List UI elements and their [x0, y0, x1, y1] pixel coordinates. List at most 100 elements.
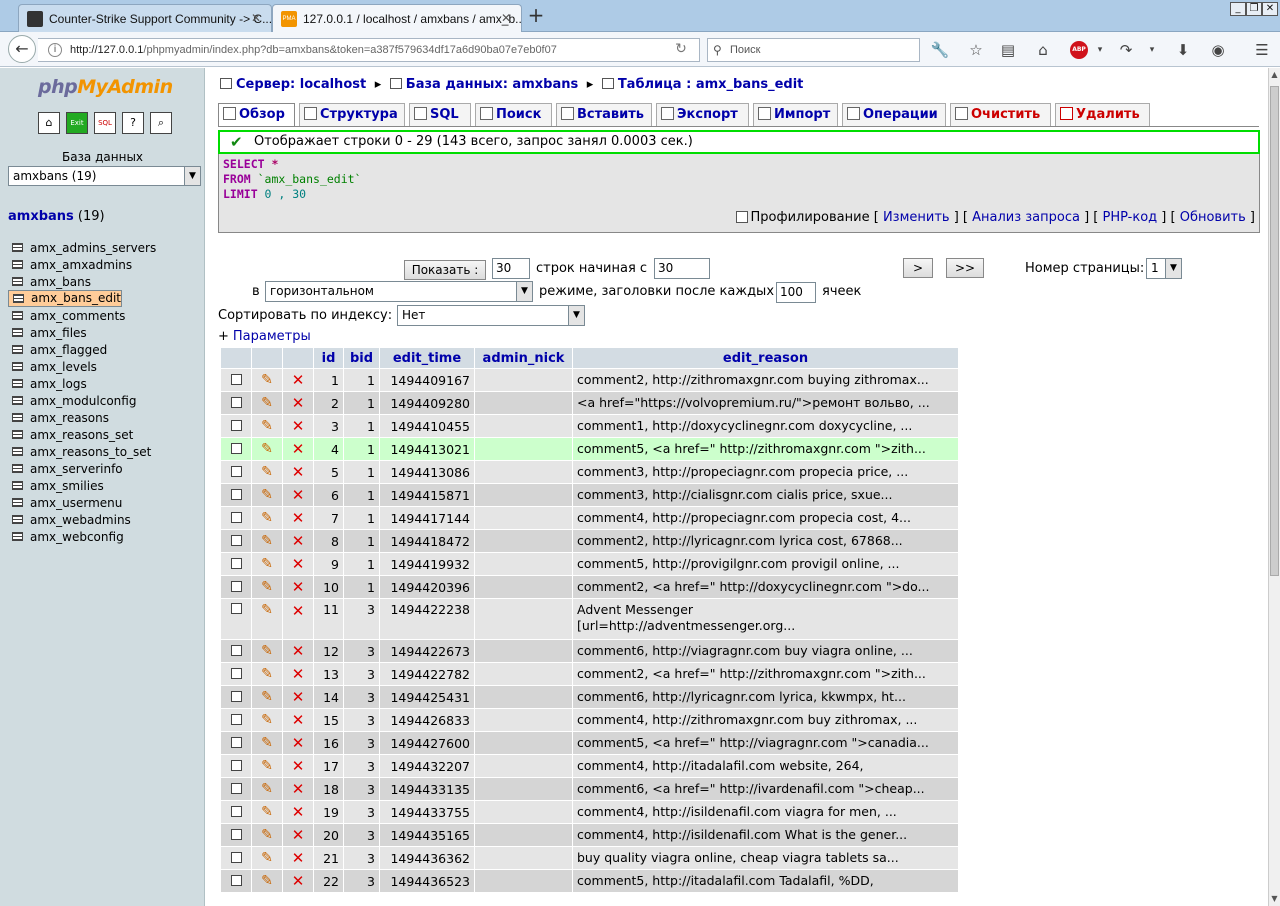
row-edit-cell[interactable]: ✎	[252, 461, 282, 483]
row-checkbox[interactable]	[230, 419, 242, 431]
edit-pencil-icon[interactable]: ✎	[261, 533, 273, 549]
table-row[interactable]: ✎ ✕ 7 1 1494417144 comment4, http://propeciag…	[221, 507, 958, 529]
row-checkbox[interactable]	[230, 736, 242, 748]
table-row[interactable]: ✎ ✕ 14 3 1494425431 comment6, http://lyricagn…	[221, 686, 958, 708]
edit-pencil-icon[interactable]: ✎	[261, 464, 273, 480]
row-checkbox[interactable]	[230, 603, 242, 614]
row-checkbox[interactable]	[230, 488, 242, 500]
sidebar-table-item[interactable]: amx_levels	[8, 358, 202, 375]
refresh-link[interactable]: Обновить	[1180, 210, 1246, 225]
edit-pencil-icon[interactable]: ✎	[261, 510, 273, 526]
table-icon[interactable]	[12, 311, 23, 320]
row-delete-cell[interactable]: ✕	[283, 778, 313, 800]
table-icon[interactable]	[12, 532, 23, 541]
database-select[interactable]: amxbans (19) ▼	[8, 166, 201, 186]
display-mode-select[interactable]: горизонтальном ▼	[265, 281, 533, 302]
row-checkbox[interactable]	[230, 534, 242, 546]
sidebar-table-label[interactable]: amx_modulconfig	[30, 394, 136, 408]
breadcrumb-database[interactable]: База данных: amxbans	[406, 77, 578, 92]
sidebar-table-item[interactable]: amx_reasons_set	[8, 426, 202, 443]
sidebar-table-label[interactable]: amx_usermenu	[30, 496, 122, 510]
row-delete-cell[interactable]: ✕	[283, 870, 313, 892]
table-icon[interactable]	[12, 464, 23, 473]
tab-import[interactable]: Импорт	[753, 103, 838, 126]
row-edit-cell[interactable]: ✎	[252, 415, 282, 437]
sidebar-table-item[interactable]: amx_admins_servers	[8, 239, 202, 256]
sidebar-table-label[interactable]: amx_bans_edit	[31, 291, 121, 306]
sidebar-table-item[interactable]: amx_amxadmins	[8, 256, 202, 273]
reload-icon[interactable]: ↻	[672, 41, 690, 59]
row-select-cell[interactable]	[221, 640, 251, 662]
sidebar-table-label[interactable]: amx_comments	[30, 309, 125, 323]
table-row[interactable]: ✎ ✕ 5 1 1494413086 comment3, http://propeciag…	[221, 461, 958, 483]
delete-x-icon[interactable]: ✕	[292, 711, 305, 729]
row-delete-cell[interactable]: ✕	[283, 392, 313, 414]
sidebar-table-label[interactable]: amx_webconfig	[30, 530, 124, 544]
row-checkbox[interactable]	[230, 373, 242, 385]
edit-pencil-icon[interactable]: ✎	[261, 758, 273, 774]
table-icon[interactable]	[12, 481, 23, 490]
table-row[interactable]: ✎ ✕ 3 1 1494410455 comment1, http://doxycycli…	[221, 415, 958, 437]
row-delete-cell[interactable]: ✕	[283, 640, 313, 662]
row-delete-cell[interactable]: ✕	[283, 801, 313, 823]
tab-drop[interactable]: Удалить	[1055, 103, 1150, 126]
table-row[interactable]: ✎ ✕ 4 1 1494413021 comment5, <a href=" http:/…	[221, 438, 958, 460]
table-icon[interactable]	[12, 345, 23, 354]
sidebar-table-label[interactable]: amx_admins_servers	[30, 241, 156, 255]
exit-icon[interactable]: Exit	[66, 112, 88, 134]
row-checkbox[interactable]	[230, 713, 242, 725]
docs-icon[interactable]: ⌕	[150, 112, 172, 134]
sidebar-table-label[interactable]: amx_flagged	[30, 343, 107, 357]
site-info-icon[interactable]: i	[48, 43, 62, 57]
row-edit-cell[interactable]: ✎	[252, 732, 282, 754]
row-select-cell[interactable]	[221, 663, 251, 685]
row-delete-cell[interactable]: ✕	[283, 369, 313, 391]
table-row[interactable]: ✎ ✕ 18 3 1494433135 comment6, <a href=" http:…	[221, 778, 958, 800]
sidebar-table-item[interactable]: amx_usermenu	[8, 494, 202, 511]
row-edit-cell[interactable]: ✎	[252, 640, 282, 662]
sidebar-table-item[interactable]: amx_modulconfig	[8, 392, 202, 409]
row-checkbox[interactable]	[230, 851, 242, 863]
table-icon[interactable]	[12, 515, 23, 524]
start-row-input[interactable]: 30	[654, 258, 710, 279]
row-select-cell[interactable]	[221, 415, 251, 437]
scroll-down-icon[interactable]: ▼	[1269, 892, 1280, 906]
tab-empty[interactable]: Очистить	[950, 103, 1051, 126]
delete-x-icon[interactable]: ✕	[292, 371, 305, 389]
row-edit-cell[interactable]: ✎	[252, 755, 282, 777]
download-icon[interactable]: ⬇	[1173, 40, 1193, 60]
row-select-cell[interactable]	[221, 553, 251, 575]
table-icon[interactable]	[12, 498, 23, 507]
sidebar-table-item[interactable]: amx_bans_edit	[8, 290, 123, 307]
edit-pencil-icon[interactable]: ✎	[261, 487, 273, 503]
delete-x-icon[interactable]: ✕	[292, 642, 305, 660]
row-select-cell[interactable]	[221, 369, 251, 391]
table-row[interactable]: ✎ ✕ 21 3 1494436362 buy quality viagra online…	[221, 847, 958, 869]
row-select-cell[interactable]	[221, 870, 251, 892]
table-icon[interactable]	[12, 430, 23, 439]
edit-pencil-icon[interactable]: ✎	[261, 556, 273, 572]
sidebar-table-label[interactable]: amx_logs	[30, 377, 87, 391]
edit-pencil-icon[interactable]: ✎	[261, 418, 273, 434]
row-delete-cell[interactable]: ✕	[283, 709, 313, 731]
delete-x-icon[interactable]: ✕	[292, 780, 305, 798]
row-checkbox[interactable]	[230, 690, 242, 702]
bookmark-star-icon[interactable]: ☆	[966, 40, 986, 60]
row-checkbox[interactable]	[230, 644, 242, 656]
sidebar-table-item[interactable]: amx_files	[8, 324, 202, 341]
table-row[interactable]: ✎ ✕ 1 1 1494409167 comment2, http://zithromax…	[221, 369, 958, 391]
delete-x-icon[interactable]: ✕	[292, 555, 305, 573]
page-scrollbar[interactable]: ▲ ▼	[1268, 68, 1280, 906]
row-checkbox[interactable]	[230, 782, 242, 794]
sidebar-table-item[interactable]: amx_flagged	[8, 341, 202, 358]
mask-icon[interactable]: ◉	[1208, 40, 1228, 60]
column-header-bid[interactable]: bid	[344, 348, 379, 368]
chevron-down-icon[interactable]: ▾	[1090, 40, 1110, 60]
home-icon[interactable]: ⌂	[1033, 40, 1053, 60]
repeat-headers-input[interactable]: 100	[776, 282, 816, 303]
table-icon[interactable]	[12, 260, 23, 269]
edit-pencil-icon[interactable]: ✎	[261, 735, 273, 751]
breadcrumb-server[interactable]: Сервер: localhost	[236, 77, 366, 92]
row-checkbox[interactable]	[230, 667, 242, 679]
table-icon[interactable]	[12, 413, 23, 422]
